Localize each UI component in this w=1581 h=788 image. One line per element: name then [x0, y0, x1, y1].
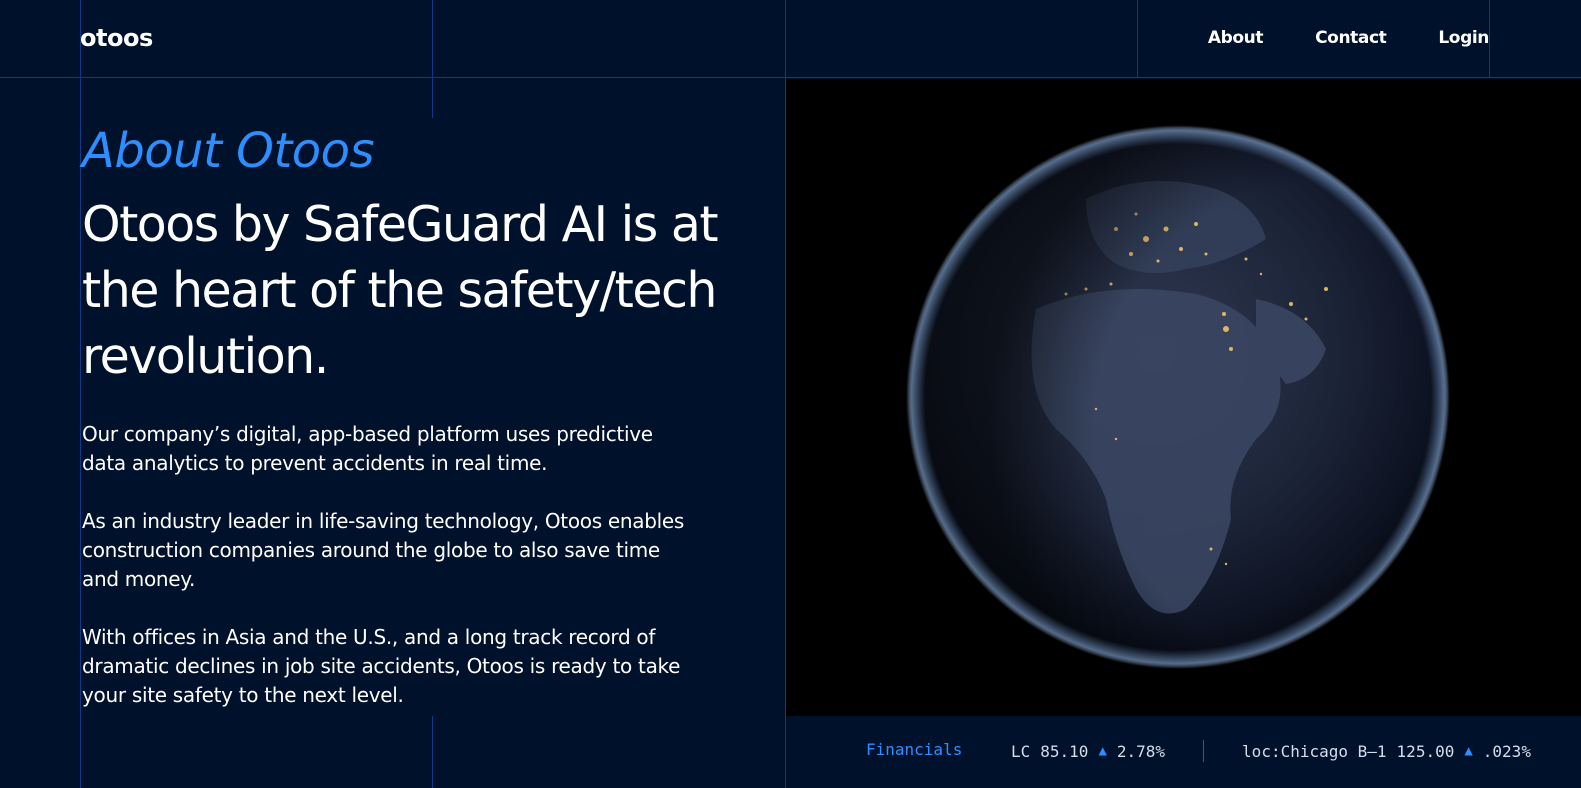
- earth-image: [786, 79, 1581, 716]
- ticker-divider: [1203, 740, 1205, 762]
- nav-contact-link[interactable]: Contact: [1315, 28, 1387, 48]
- ticker-item: loc:Chicago B–1 125.00 ▲ .023%: [1242, 742, 1531, 761]
- about-paragraph: As an industry leader in life-saving tec…: [82, 509, 685, 591]
- nav-login-link[interactable]: Login: [1438, 28, 1489, 48]
- ticker-label[interactable]: Financials: [866, 740, 962, 759]
- financials-ticker: Financials LC 85.10 ▲ 2.78% loc:Chicago …: [786, 716, 1581, 788]
- ticker-value: 85.10: [1040, 741, 1089, 761]
- ticker-symbol: loc:Chicago B–1: [1242, 741, 1387, 761]
- grid-line: [80, 0, 81, 788]
- ticker-track: LC 85.10 ▲ 2.78% loc:Chicago B–1 125.00 …: [1011, 740, 1531, 762]
- earth-globe-graphic: [906, 125, 1450, 669]
- otoos-logo[interactable]: otoos: [80, 24, 153, 52]
- site-header: otoos About Contact Login: [0, 0, 1581, 78]
- grid-line: [432, 716, 433, 788]
- about-section: About Otoos Otoos by SafeGuard AI is at …: [82, 120, 722, 710]
- about-paragraph: Our company’s digital, app-based platfor…: [82, 422, 653, 475]
- nav-about-link[interactable]: About: [1208, 28, 1264, 48]
- about-eyebrow: About Otoos: [82, 123, 375, 179]
- about-body: Our company’s digital, app-based platfor…: [82, 420, 702, 710]
- ticker-change: .023%: [1482, 741, 1531, 761]
- arrow-up-icon: ▲: [1464, 743, 1473, 759]
- about-paragraph: With offices in Asia and the U.S., and a…: [82, 625, 681, 707]
- main-nav: About Contact Login: [1156, 28, 1490, 48]
- about-headline: Otoos by SafeGuard AI is at the heart of…: [82, 196, 719, 385]
- arrow-up-icon: ▲: [1098, 743, 1107, 759]
- ticker-change: 2.78%: [1116, 741, 1166, 761]
- ticker-symbol: LC: [1011, 741, 1031, 761]
- ticker-item: LC 85.10 ▲ 2.78%: [1011, 742, 1165, 761]
- ticker-value: 125.00: [1396, 741, 1455, 761]
